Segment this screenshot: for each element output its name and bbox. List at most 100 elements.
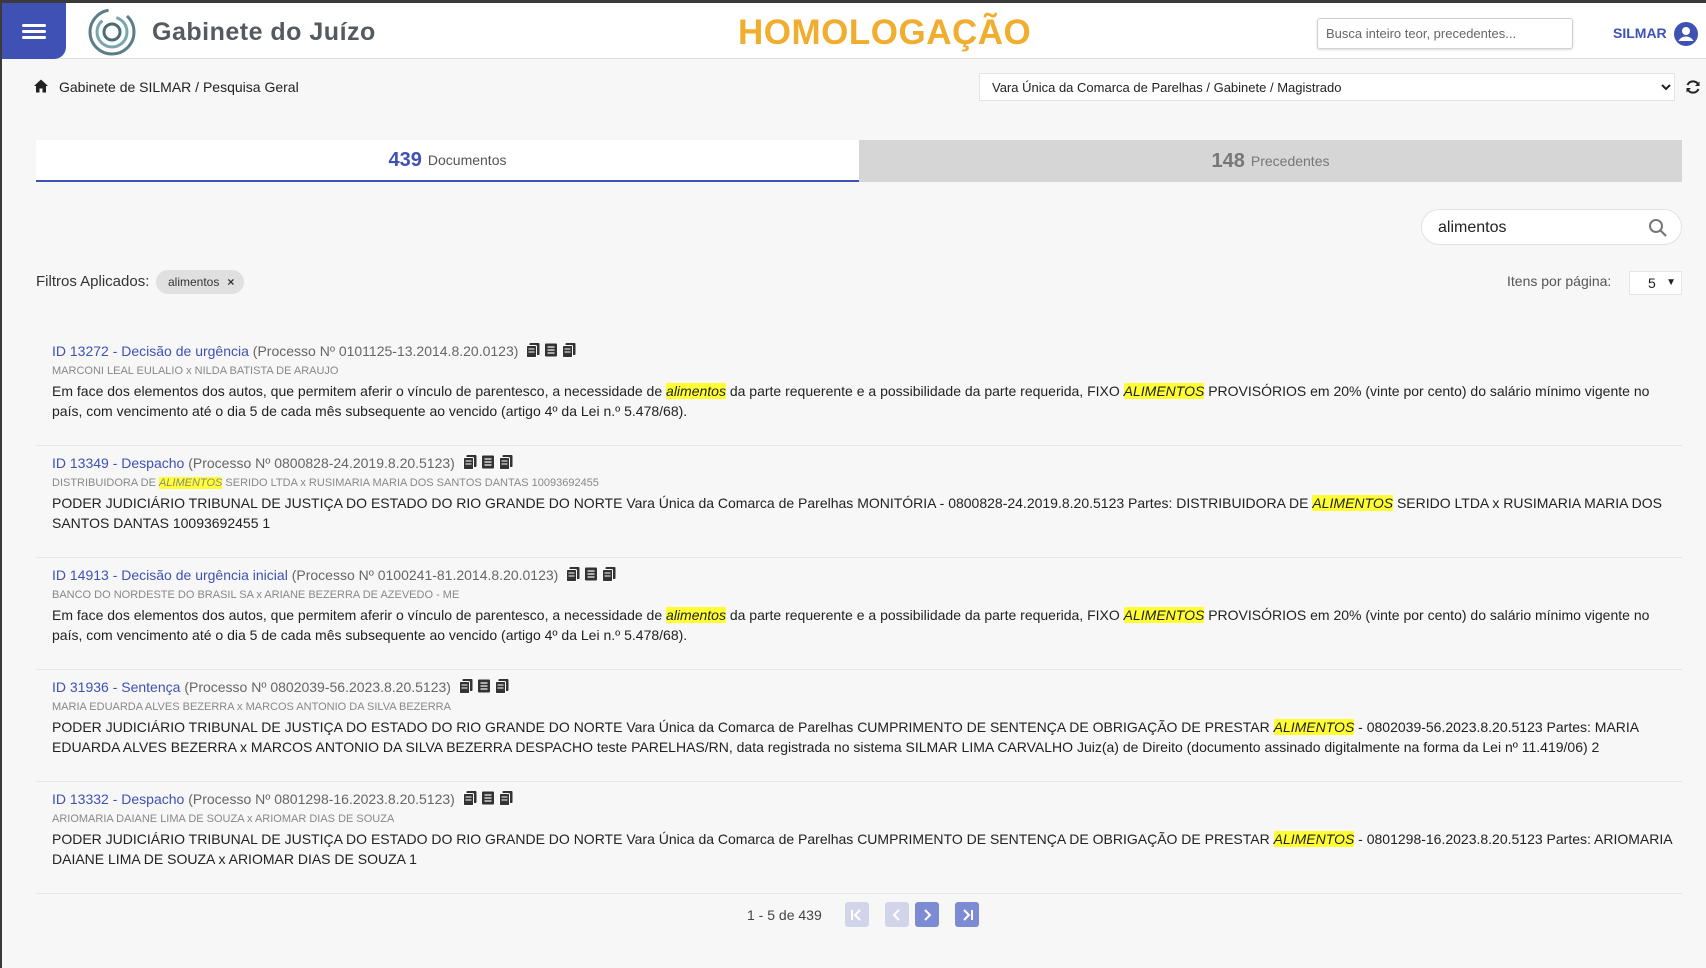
result-id-link[interactable]: ID 31936 - Sentença [52,679,180,695]
dropdown-arrow-icon: ▼ [1666,277,1676,288]
parties-text: MARIA EDUARDA ALVES BEZERRA x MARCOS ANT… [52,701,451,713]
filter-chip: alimentos × [156,270,245,294]
top-header: Gabinete do Juízo HOMOLOGAÇÃO SILMAR [2,3,1706,59]
filter-search-input[interactable] [1438,216,1638,240]
result-snippet: Em face dos elementos dos autos, que per… [52,605,1682,645]
result-parties: ARIOMARIA DAIANE LIMA DE SOUZA x ARIOMAR… [52,811,1682,827]
parties-text: MARCONI LEAL EULALIO x NILDA BATISTA DE … [52,365,339,377]
view-document-icon[interactable] [476,678,492,694]
result-item: ID 13349 - Despacho (Processo Nº 0800828… [36,446,1682,558]
result-item: ID 31936 - Sentença (Processo Nº 0802039… [36,670,1682,782]
result-actions [565,566,617,582]
result-snippet: PODER JUDICIÁRIO TRIBUNAL DE JUSTIÇA DO … [52,829,1682,869]
items-per-page-select[interactable]: 5 ▼ [1629,271,1682,295]
parties-text: ARIOMARIA DAIANE LIMA DE SOUZA x ARIOMAR… [52,813,395,825]
result-item: ID 14913 - Decisão de urgência inicial (… [36,558,1682,670]
user-name[interactable]: SILMAR [1613,25,1667,41]
copy-process-icon[interactable] [498,454,514,470]
last-page-icon [963,908,973,921]
tab-documentos[interactable]: 439 Documentos [36,140,859,182]
parties-text: DISTRIBUIDORA DE [52,477,159,489]
last-page-button[interactable] [955,902,979,927]
tab-count: 439 [388,148,422,171]
tab-label: Precedentes [1250,153,1330,169]
copy-process-icon[interactable] [498,790,514,806]
account-circle-icon[interactable] [1674,22,1698,46]
snippet-text: da parte requerente e a possibilidade da… [725,607,1124,623]
organization-select[interactable]: Vara Única da Comarca de Parelhas / Gabi… [979,73,1675,101]
process-number: (Processo Nº 0800828-24.2019.8.20.5123) [188,455,455,471]
highlighted-term: alimentos [666,607,726,623]
copy-document-icon[interactable] [458,678,474,694]
results-list: ID 13272 - Decisão de urgência (Processo… [36,334,1682,894]
result-parties: MARIA EDUARDA ALVES BEZERRA x MARCOS ANT… [52,699,1682,715]
tab-label: Documentos [427,152,507,168]
result-actions [462,790,514,806]
refresh-icon[interactable] [1685,79,1701,95]
hamburger-icon [22,21,46,42]
copy-document-icon[interactable] [462,790,478,806]
copy-document-icon[interactable] [525,342,541,358]
result-parties: MARCONI LEAL EULALIO x NILDA BATISTA DE … [52,363,1682,379]
result-actions [462,454,514,470]
copy-process-icon[interactable] [494,678,510,694]
result-snippet: Em face dos elementos dos autos, que per… [52,381,1682,421]
result-actions [458,678,510,694]
process-number: (Processo Nº 0101125-13.2014.8.20.0123) [252,343,519,359]
copy-process-icon[interactable] [601,566,617,582]
breadcrumb: Gabinete de SILMAR / Pesquisa Geral [59,79,299,95]
parties-text: SERIDO LTDA x RUSIMARIA MARIA DOS SANTOS… [222,477,599,489]
filter-search-box [1421,209,1682,245]
previous-page-button[interactable] [885,902,909,927]
view-document-icon[interactable] [480,790,496,806]
highlighted-term: ALIMENTOS [1123,383,1205,399]
snippet-text: PODER JUDICIÁRIO TRIBUNAL DE JUSTIÇA DO … [52,831,1274,847]
parties-text: BANCO DO NORDESTE DO BRASIL SA x ARIANE … [52,589,460,601]
pagination-range: 1 - 5 de 439 [747,907,822,923]
view-document-icon[interactable] [543,342,559,358]
tab-count: 148 [1211,149,1245,172]
highlighted-term: ALIMENTOS [1123,607,1205,623]
result-actions [525,342,577,358]
process-number: (Processo Nº 0801298-16.2023.8.20.5123) [188,791,455,807]
filter-chip-label: alimentos [168,275,220,289]
copy-document-icon[interactable] [565,566,581,582]
remove-filter-icon[interactable]: × [227,275,234,289]
snippet-text: Em face dos elementos dos autos, que per… [52,607,667,623]
highlighted-term: ALIMENTOS [1312,495,1394,511]
result-title: ID 13272 - Decisão de urgência (Processo… [52,342,1682,360]
first-page-button[interactable] [845,902,869,927]
app-title: Gabinete do Juízo [152,18,376,46]
result-snippet: PODER JUDICIÁRIO TRIBUNAL DE JUSTIÇA DO … [52,493,1682,533]
result-id-link[interactable]: ID 13349 - Despacho [52,455,184,471]
highlighted-term: ALIMENTOS [1273,831,1355,847]
global-search-input[interactable] [1317,18,1573,49]
result-title: ID 14913 - Decisão de urgência inicial (… [52,566,1682,584]
view-document-icon[interactable] [480,454,496,470]
copy-process-icon[interactable] [561,342,577,358]
result-item: ID 13272 - Decisão de urgência (Processo… [36,334,1682,446]
result-id-link[interactable]: ID 14913 - Decisão de urgência inicial [52,567,288,583]
result-parties: DISTRIBUIDORA DE ALIMENTOS SERIDO LTDA x… [52,475,1682,491]
snippet-text: PODER JUDICIÁRIO TRIBUNAL DE JUSTIÇA DO … [52,719,1274,735]
result-title: ID 13349 - Despacho (Processo Nº 0800828… [52,454,1682,472]
copy-document-icon[interactable] [462,454,478,470]
view-document-icon[interactable] [583,566,599,582]
result-id-link[interactable]: ID 13272 - Decisão de urgência [52,343,249,359]
next-page-button[interactable] [915,902,939,927]
app-logo [88,8,136,56]
tab-precedentes[interactable]: 148 Precedentes [859,140,1682,182]
menu-button[interactable] [2,3,66,59]
result-title: ID 13332 - Despacho (Processo Nº 0801298… [52,790,1682,808]
highlighted-term: alimentos [666,383,726,399]
next-page-icon [924,908,932,921]
result-parties: BANCO DO NORDESTE DO BRASIL SA x ARIANE … [52,587,1682,603]
result-id-link[interactable]: ID 13332 - Despacho [52,791,184,807]
search-icon[interactable] [1648,218,1668,238]
items-per-page-label: Itens por página: [1507,273,1612,289]
result-tabs: 439 Documentos 148 Precedentes [36,140,1682,182]
highlighted-term: ALIMENTOS [158,477,223,489]
home-icon[interactable] [33,78,49,94]
snippet-text: PODER JUDICIÁRIO TRIBUNAL DE JUSTIÇA DO … [52,495,1313,511]
process-number: (Processo Nº 0802039-56.2023.8.20.5123) [184,679,451,695]
